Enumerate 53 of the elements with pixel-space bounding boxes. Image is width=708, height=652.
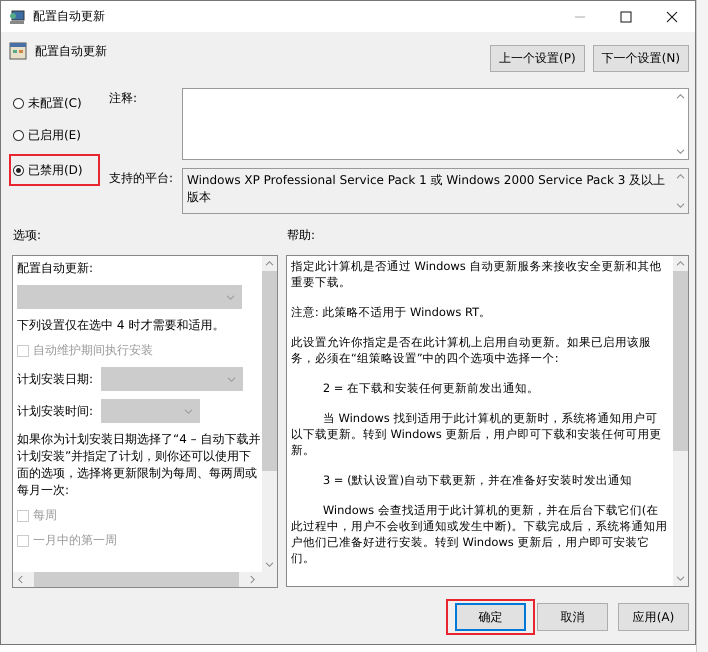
radio-label: 已启用(E) [28, 126, 81, 144]
help-paragraph: 注意: 此策略不适用于 Windows RT。 [290, 304, 492, 320]
scroll-down-icon[interactable] [676, 148, 685, 155]
scroll-down-icon[interactable] [264, 561, 274, 568]
options-label: 选项: [12, 227, 42, 244]
option-text: 下列设置仅在选中 4 时才需要和适用。 [17, 317, 226, 334]
platform-text: Windows XP Professional Service Pack 1 或 Windows 2000 Service Pack 3 及以上版本 [186, 172, 666, 206]
scroll-left-icon[interactable] [17, 575, 24, 584]
scroll-right-icon[interactable] [249, 575, 256, 584]
scroll-up-icon[interactable] [676, 173, 685, 180]
radio-option[interactable]: 已禁用(D) [9, 154, 100, 186]
comment-field[interactable] [182, 88, 689, 160]
window-title: 配置自动更新 [33, 8, 105, 25]
checkbox-label: 自动维护期间执行安装 [33, 342, 153, 359]
help-label: 帮助: [287, 227, 316, 244]
option-label: 计划安装时间: [17, 402, 94, 420]
radio-label: 已禁用(D) [28, 162, 83, 178]
radio-option[interactable]: 已启用(E) [9, 122, 100, 148]
radio-option[interactable]: 未配置(C) [9, 90, 100, 116]
checkbox-label: 一月中的第一周 [33, 532, 117, 549]
scrollbar[interactable] [673, 256, 688, 586]
help-paragraph: 指定此计算机是否通过 Windows 自动更新服务来接收安全更新和其他重要下载。 [290, 258, 662, 290]
policy-icon [9, 42, 27, 60]
navigation-button[interactable]: 上一个设置(P) [490, 45, 585, 72]
chevron-icon [184, 408, 194, 414]
option-label: 计划安装日期: [17, 370, 94, 388]
chevron-icon [227, 376, 236, 382]
help-paragraph: 3 = (默认设置)自动下载更新，并在准备好安装时发出通知 [322, 472, 634, 488]
scroll-up-icon[interactable] [676, 93, 685, 100]
help-paragraph: 此设置允许你指定是否在此计算机上启用自动更新。如果已启用该服务，必须在“组策略设置”中的四个选项中选择一个: [290, 334, 652, 366]
computer-icon [9, 8, 25, 24]
option-text: 配置自动更新: [17, 260, 94, 277]
checkbox-label: 每周 [33, 507, 57, 524]
setting-title: 配置自动更新 [35, 43, 107, 60]
radio-circle[interactable] [13, 164, 24, 176]
scroll-down-icon[interactable] [676, 575, 685, 582]
dialog-button[interactable]: 取消 [537, 603, 608, 631]
scroll-up-icon[interactable] [676, 260, 685, 267]
help-paragraph: Windows 会查找适用于此计算机的更新，并在后台下载它们(在此过程中，用户不会收到通知或发生中断)。下载完成后，系统将通知用户他们已准备好进行安装。转到 Windows 更新后，用户即可安装它们。 [290, 502, 668, 566]
navigation-button[interactable]: 下一个设置(N) [592, 45, 689, 72]
platform-label: 支持的平台: [109, 170, 174, 187]
comment-label: 注释: [109, 90, 138, 107]
scroll-up-icon[interactable] [264, 260, 274, 267]
scroll-down-icon[interactable] [676, 202, 685, 209]
chevron-icon [226, 294, 235, 300]
option-text: 如果你为计划安装日期选择了“4 – 自动下载并计划安装”并指定了计划，则你还可以使用下面的选项，选择将更新限制为每周、每两周或每月一次: [17, 431, 262, 499]
ok-button[interactable]: 确定 [455, 603, 526, 631]
dialog-button[interactable]: 应用(A) [618, 603, 689, 631]
radio-circle[interactable] [13, 98, 24, 108]
help-paragraph: 2 = 在下载和安装任何更新前发出通知。 [322, 380, 540, 396]
radio-circle[interactable] [13, 130, 24, 140]
help-paragraph: 当 Windows 找到适用于此计算机的更新时，系统将通知用户可以下载更新。转到 Windows 更新后，用户即可下载和安装任何可用更新。 [290, 410, 662, 458]
radio-label: 未配置(C) [28, 94, 82, 112]
